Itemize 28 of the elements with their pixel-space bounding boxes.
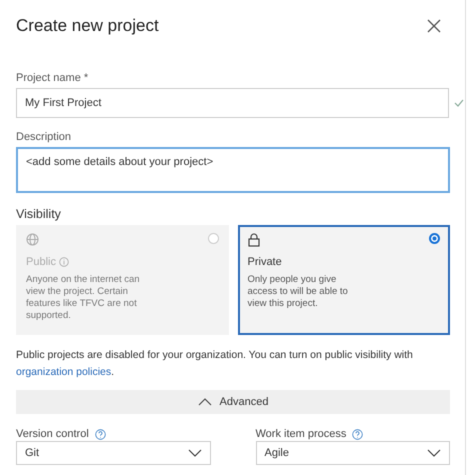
radio-button[interactable] (429, 233, 440, 244)
option-description: Only people you give access to will be able to view this project. (248, 274, 349, 310)
caret-icon (198, 398, 212, 406)
notice-text: Public projects are disabled for your organization. You can turn on public visibility with organization policies. (16, 348, 414, 380)
close-icon[interactable] (427, 19, 441, 33)
field-label: Work item process (256, 428, 346, 440)
dialog-title: Create new project (16, 16, 159, 36)
dropdown[interactable]: Git (16, 441, 210, 465)
chevron-down-icon (427, 449, 441, 457)
organization-policies-link[interactable]: organization policies (16, 366, 112, 378)
lock-icon (248, 233, 260, 247)
project-name-field[interactable]: My First Project (16, 88, 450, 118)
chevron-down-icon (188, 449, 202, 457)
field-label: Project name * (16, 72, 90, 84)
section-label: Visibility (16, 207, 62, 221)
option-title: Private (248, 256, 282, 268)
help-icon[interactable] (352, 428, 364, 440)
field-label: Description (16, 131, 72, 143)
advanced-toggle[interactable]: Advanced (16, 390, 450, 414)
globe-icon (26, 233, 39, 246)
dropdown[interactable]: Agile (256, 441, 450, 465)
field-label: Version control (16, 428, 89, 440)
option-description: Anyone on the internet can view the project. Certain features like TFVC are not supported. (26, 274, 141, 322)
visibility-option-card[interactable]: Private Only people you give access to will be able to view this project. (238, 225, 450, 335)
help-icon[interactable] (94, 428, 106, 440)
description-field[interactable]: <add some details about your project> (16, 147, 450, 193)
info-icon (58, 257, 69, 267)
option-title: Public (26, 256, 56, 268)
